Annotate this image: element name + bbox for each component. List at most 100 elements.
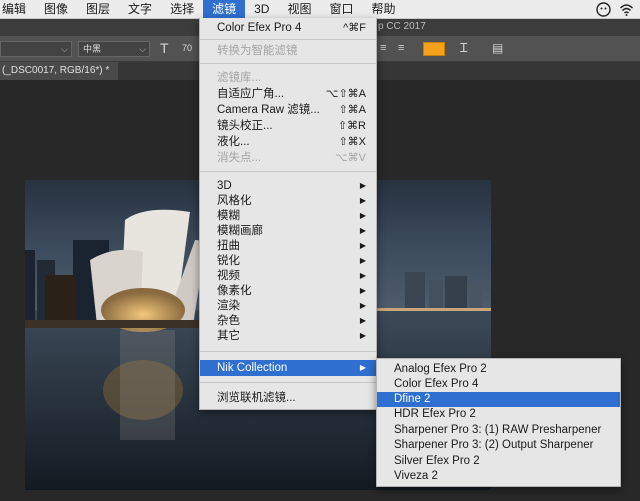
submenu-arrow-icon: ▶ bbox=[359, 316, 366, 325]
align-center-icon[interactable]: ≡ bbox=[380, 42, 386, 54]
menu-separator bbox=[200, 382, 376, 383]
align-right-icon[interactable]: ≡ bbox=[398, 42, 404, 54]
menu-item-label: 风格化 bbox=[217, 195, 252, 207]
submenu-arrow-icon: ▶ bbox=[359, 256, 366, 265]
submenu-arrow-icon: ▶ bbox=[359, 226, 366, 235]
submenu-arrow-icon: ▶ bbox=[359, 301, 366, 310]
menu-item-label: 液化... bbox=[217, 136, 250, 148]
menu-item-label: 像素化 bbox=[217, 285, 252, 297]
menu-item-label: 渲染 bbox=[217, 300, 240, 312]
submenu-blur-gallery[interactable]: 模糊画廊 ▶ bbox=[200, 223, 376, 239]
menu-item-label: 模糊画廊 bbox=[217, 225, 263, 237]
nik-item-silver-efex[interactable]: Silver Efex Pro 2 bbox=[377, 454, 620, 469]
menu-item-vanishing-point: 消失点... ⌥⌘V bbox=[200, 150, 376, 166]
panels-icon[interactable]: ▤ bbox=[492, 41, 503, 55]
menu-item-gallery: 滤镜库... bbox=[217, 72, 262, 84]
chevron-down-icon: ⌵ bbox=[61, 44, 68, 54]
menu-separator bbox=[200, 63, 376, 64]
wechat-icon[interactable] bbox=[596, 2, 611, 17]
submenu-3d[interactable]: 3D ▶ bbox=[200, 178, 376, 194]
menu-item-label: 镜头校正... bbox=[217, 120, 273, 132]
menu-item-label: 锐化 bbox=[217, 255, 240, 267]
menu-item-label: 其它 bbox=[217, 330, 240, 342]
menu-item-last-filter[interactable]: Color Efex Pro 4 ^⌘F bbox=[200, 20, 376, 36]
menu-separator bbox=[200, 171, 376, 172]
font-size-field[interactable]: 70 bbox=[178, 41, 200, 57]
document-tab[interactable]: (_DSC0017, RGB/16*) * bbox=[0, 62, 118, 80]
submenu-other[interactable]: 其它 ▶ bbox=[200, 328, 376, 344]
menu-help[interactable]: 帮助 bbox=[362, 0, 404, 19]
text-color-swatch[interactable] bbox=[423, 42, 445, 56]
submenu-arrow-icon: ▶ bbox=[359, 211, 366, 220]
nik-item-hdr-efex[interactable]: HDR Efex Pro 2 bbox=[377, 407, 620, 422]
submenu-distort[interactable]: 扭曲 ▶ bbox=[200, 238, 376, 254]
menu-layer[interactable]: 图层 bbox=[77, 0, 119, 19]
menu-item-liquify[interactable]: 液化... ⇧⌘X bbox=[200, 134, 376, 150]
submenu-sharpen[interactable]: 锐化 ▶ bbox=[200, 253, 376, 269]
nik-item-color-efex[interactable]: Color Efex Pro 4 bbox=[377, 377, 620, 392]
shortcut-label: ^⌘F bbox=[343, 22, 366, 34]
menu-separator bbox=[200, 39, 376, 40]
menu-filter[interactable]: 滤镜 bbox=[203, 0, 246, 19]
app-title: p CC 2017 bbox=[378, 21, 426, 32]
menu-item-label: 消失点... bbox=[217, 152, 262, 164]
shortcut-label: ⌥⇧⌘A bbox=[325, 88, 366, 100]
submenu-video[interactable]: 视频 ▶ bbox=[200, 268, 376, 284]
menu-item-adaptive-wide[interactable]: 自适应广角... ⌥⇧⌘A bbox=[200, 86, 376, 102]
font-style-select[interactable]: 中黑 ⌵ bbox=[78, 41, 150, 57]
chevron-down-icon: ⌵ bbox=[139, 44, 146, 54]
menu-separator bbox=[200, 351, 376, 352]
submenu-arrow-icon: ▶ bbox=[359, 196, 366, 205]
text-size-icon: T bbox=[160, 40, 169, 56]
menu-item-label: 扭曲 bbox=[217, 240, 240, 252]
nik-item-sharpener-raw[interactable]: Sharpener Pro 3: (1) RAW Presharpener bbox=[377, 423, 620, 438]
font-style-value: 中黑 bbox=[83, 44, 102, 54]
menu-item-label: Nik Collection bbox=[217, 362, 288, 374]
menu-item-convert-smart: 转换为智能滤镜 bbox=[217, 45, 298, 57]
wifi-icon[interactable] bbox=[619, 2, 634, 17]
menu-item-label: Color Efex Pro 4 bbox=[217, 22, 302, 34]
nik-item-sharpener-output[interactable]: Sharpener Pro 3: (2) Output Sharpener bbox=[377, 438, 620, 453]
menu-item-label: 3D bbox=[217, 180, 232, 192]
submenu-arrow-icon: ▶ bbox=[359, 241, 366, 250]
submenu-arrow-icon: ▶ bbox=[359, 271, 366, 280]
menu-item-label: 杂色 bbox=[217, 315, 240, 327]
submenu-arrow-icon: ▶ bbox=[359, 286, 366, 295]
submenu-blur[interactable]: 模糊 ▶ bbox=[200, 208, 376, 224]
submenu-arrow-icon: ▶ bbox=[359, 331, 366, 340]
warp-text-icon[interactable]: Ꮖ bbox=[460, 41, 468, 56]
menu-item-browse-online[interactable]: 浏览联机滤镜... bbox=[200, 390, 376, 406]
menu-bar: 编辑 图像 图层 文字 选择 滤镜 3D 视图 窗口 帮助 bbox=[0, 0, 640, 19]
menu-select[interactable]: 选择 bbox=[161, 0, 203, 19]
submenu-stylize[interactable]: 风格化 ▶ bbox=[200, 193, 376, 209]
font-size-value: 70 bbox=[182, 43, 193, 53]
submenu-noise[interactable]: 杂色 ▶ bbox=[200, 313, 376, 329]
shortcut-label: ⌥⌘V bbox=[334, 152, 366, 164]
nik-item-analog-efex[interactable]: Analog Efex Pro 2 bbox=[377, 362, 620, 377]
menu-3d[interactable]: 3D bbox=[245, 0, 278, 19]
menu-window[interactable]: 窗口 bbox=[320, 0, 362, 19]
nik-item-viveza[interactable]: Viveza 2 bbox=[377, 469, 620, 484]
menu-item-label: 自适应广角... bbox=[217, 88, 285, 100]
shortcut-label: ⇧⌘X bbox=[338, 136, 366, 148]
menu-item-label: Camera Raw 滤镜... bbox=[217, 104, 320, 116]
submenu-arrow-icon: ▶ bbox=[359, 363, 366, 372]
menu-image[interactable]: 图像 bbox=[35, 0, 77, 19]
submenu-pixelate[interactable]: 像素化 ▶ bbox=[200, 283, 376, 299]
menu-edit[interactable]: 编辑 bbox=[0, 0, 35, 19]
shortcut-label: ⇧⌘R bbox=[337, 120, 366, 132]
menu-item-lens-correction[interactable]: 镜头校正... ⇧⌘R bbox=[200, 118, 376, 134]
menu-item-camera-raw[interactable]: Camera Raw 滤镜... ⇧⌘A bbox=[200, 102, 376, 118]
submenu-render[interactable]: 渲染 ▶ bbox=[200, 298, 376, 314]
menu-item-label: 视频 bbox=[217, 270, 240, 282]
submenu-nik-collection[interactable]: Nik Collection ▶ bbox=[200, 360, 376, 376]
menu-type[interactable]: 文字 bbox=[119, 0, 161, 19]
submenu-arrow-icon: ▶ bbox=[359, 181, 366, 190]
status-icons bbox=[596, 2, 634, 17]
menu-view[interactable]: 视图 bbox=[278, 0, 320, 19]
font-family-select[interactable]: ⌵ bbox=[0, 41, 72, 57]
nik-collection-submenu: Analog Efex Pro 2 Color Efex Pro 4 Dfine… bbox=[376, 358, 621, 487]
nik-item-dfine[interactable]: Dfine 2 bbox=[377, 392, 620, 407]
filter-menu: Color Efex Pro 4 ^⌘F 转换为智能滤镜 滤镜库... 自适应广… bbox=[199, 18, 377, 410]
shortcut-label: ⇧⌘A bbox=[338, 104, 366, 116]
